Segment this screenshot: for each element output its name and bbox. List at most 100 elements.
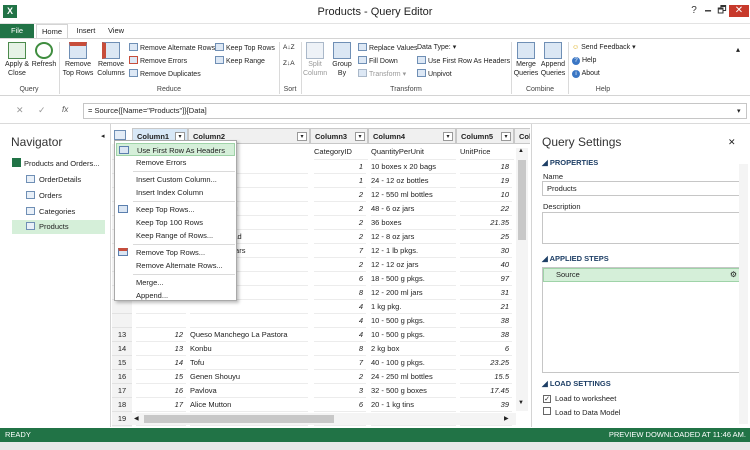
row-number[interactable]: 15 xyxy=(112,356,132,370)
append-queries-button[interactable]: Append Queries xyxy=(539,42,567,78)
fill-down-button[interactable]: Fill Down xyxy=(358,56,398,66)
help-link[interactable]: ? Help xyxy=(572,56,596,65)
table-cell[interactable]: 1 xyxy=(314,160,366,174)
remove-duplicates-button[interactable]: Remove Duplicates xyxy=(129,69,201,79)
sort-descending-button[interactable]: Z↓A xyxy=(283,59,295,68)
table-cell[interactable]: 9.2 xyxy=(460,426,512,427)
menu-item-merge[interactable]: Merge... xyxy=(116,276,235,289)
table-cell[interactable]: 7 xyxy=(314,244,366,258)
table-cell[interactable]: 13 xyxy=(136,342,186,356)
data-type-dropdown[interactable]: Data Type: ▾ xyxy=(417,43,456,52)
table-cell[interactable]: 3 xyxy=(314,426,366,427)
table-cell[interactable]: 12 - 200 ml jars xyxy=(371,286,456,300)
tab-insert[interactable]: Insert xyxy=(70,24,102,38)
close-pane-icon[interactable]: ✕ xyxy=(728,137,736,148)
checkbox-unchecked-icon[interactable] xyxy=(543,407,551,415)
row-number[interactable]: 18 xyxy=(112,398,132,412)
column-header-5[interactable]: Column5 ▾ xyxy=(456,128,514,144)
table-cell[interactable]: 2 xyxy=(314,230,366,244)
table-cell[interactable]: 2 xyxy=(314,258,366,272)
tab-file[interactable]: File xyxy=(0,24,34,38)
row-number[interactable]: 19 xyxy=(112,412,132,426)
column-header-6[interactable]: Colu xyxy=(514,128,530,144)
table-cell[interactable]: 12 - 12 oz jars xyxy=(371,258,456,272)
column-header-4[interactable]: Column4 ▾ xyxy=(368,128,456,144)
table-cell[interactable] xyxy=(190,314,308,328)
table-cell[interactable]: 2 xyxy=(314,216,366,230)
row-number[interactable]: 17 xyxy=(112,384,132,398)
table-cell[interactable] xyxy=(136,300,186,314)
table-cell[interactable]: 18 - 500 g pkgs. xyxy=(371,272,456,286)
table-cell[interactable] xyxy=(190,300,308,314)
row-number[interactable]: 13 xyxy=(112,328,132,342)
remove-columns-button[interactable]: Remove Columns xyxy=(94,42,128,78)
table-cell[interactable]: 4 xyxy=(314,300,366,314)
refresh-button[interactable]: Refresh xyxy=(31,42,57,70)
filter-dropdown-icon[interactable]: ▾ xyxy=(443,132,453,141)
table-cell[interactable]: Genen Shouyu xyxy=(190,370,308,384)
table-cell[interactable]: Pavlova xyxy=(190,384,308,398)
table-cell[interactable]: 16 xyxy=(136,384,186,398)
restore-button[interactable]: 🗗 xyxy=(714,5,730,17)
table-cell[interactable]: Alice Mutton xyxy=(190,398,308,412)
send-feedback-button[interactable]: ☺ Send Feedback ▾ xyxy=(572,43,636,52)
horizontal-scroll-thumb[interactable] xyxy=(144,415,334,423)
table-cell[interactable]: 17.45 xyxy=(460,384,512,398)
keep-top-rows-button[interactable]: Keep Top Rows xyxy=(215,43,275,53)
table-cell[interactable]: 31 xyxy=(460,286,512,300)
properties-section[interactable]: ◢ PROPERTIES xyxy=(542,158,598,167)
load-to-data-model-option[interactable]: Load to Data Model xyxy=(543,407,620,417)
tab-home[interactable]: Home xyxy=(36,24,68,38)
table-cell[interactable]: 40 - 100 g pkgs. xyxy=(371,356,456,370)
table-cell[interactable]: 40 xyxy=(460,258,512,272)
load-to-worksheet-option[interactable]: ✓ Load to worksheet xyxy=(543,394,616,403)
table-cell[interactable]: 10 boxes x 12 pieces xyxy=(371,426,456,427)
table-cell[interactable]: 12 - 550 ml bottles xyxy=(371,188,456,202)
table-cell[interactable]: 6 xyxy=(460,342,512,356)
accept-formula-icon[interactable]: ✓ xyxy=(38,105,46,116)
gear-icon[interactable]: ⚙ xyxy=(730,269,737,281)
merge-queries-button[interactable]: Merge Queries xyxy=(513,42,539,78)
table-cell[interactable]: 30 xyxy=(460,244,512,258)
table-cell[interactable]: 97 xyxy=(460,272,512,286)
table-cell[interactable]: 2 xyxy=(314,188,366,202)
table-cell[interactable]: 19 xyxy=(460,174,512,188)
table-cell[interactable]: 3 xyxy=(314,384,366,398)
table-cell[interactable]: 39 xyxy=(460,398,512,412)
row-number[interactable]: 14 xyxy=(112,342,132,356)
vertical-scrollbar[interactable]: ▲ ▼ xyxy=(516,148,528,411)
table-cell[interactable]: 20 - 1 kg tins xyxy=(371,398,456,412)
sort-ascending-button[interactable]: A↓Z xyxy=(283,43,295,52)
table-cell[interactable]: 32 - 500 g boxes xyxy=(371,384,456,398)
formula-input[interactable]: = Source{[Name="Products"]}[Data] xyxy=(83,103,747,119)
table-cell[interactable]: 12 - 1 lb pkgs. xyxy=(371,244,456,258)
table-cell[interactable]: 24 - 250 ml bottles xyxy=(371,370,456,384)
table-cell[interactable]: 6 xyxy=(314,398,366,412)
table-cell[interactable]: 6 xyxy=(314,272,366,286)
table-cell[interactable]: 23.25 xyxy=(460,356,512,370)
scroll-left-icon[interactable]: ◀ xyxy=(134,415,139,422)
navigator-root[interactable]: Products and Orders... xyxy=(12,157,99,171)
transform-button[interactable]: Transform ▾ xyxy=(358,69,406,79)
table-cell[interactable]: Konbu xyxy=(190,342,308,356)
checkbox-checked-icon[interactable]: ✓ xyxy=(543,395,551,403)
filter-dropdown-icon[interactable]: ▾ xyxy=(297,132,307,141)
table-cell[interactable]: 19 xyxy=(136,426,186,427)
expand-formula-icon[interactable]: ▾ xyxy=(737,107,741,115)
table-cell[interactable]: 1 kg pkg. xyxy=(371,300,456,314)
table-cell[interactable]: 10 boxes x 20 bags xyxy=(371,160,456,174)
split-column-button[interactable]: Split Column xyxy=(303,42,327,78)
navigator-item-categories[interactable]: Categories xyxy=(26,205,75,219)
table-cell[interactable]: 1 xyxy=(314,174,366,188)
table-cell[interactable]: 7 xyxy=(314,356,366,370)
table-cell[interactable]: 10 - 500 g pkgs. xyxy=(371,328,456,342)
menu-item-use-first-row[interactable]: Use First Row As Headers xyxy=(116,143,235,156)
table-cell[interactable]: 2 xyxy=(314,202,366,216)
group-by-button[interactable]: Group By xyxy=(330,42,354,78)
table-cell[interactable]: 22 xyxy=(460,202,512,216)
keep-range-button[interactable]: Keep Range xyxy=(215,56,265,66)
menu-item-keep-top-100-rows[interactable]: Keep Top 100 Rows xyxy=(116,216,235,229)
menu-item-insert-custom-column[interactable]: Insert Custom Column... xyxy=(116,173,235,186)
table-cell[interactable]: Queso Manchego La Pastora xyxy=(190,328,308,342)
scroll-down-icon[interactable]: ▼ xyxy=(518,400,524,406)
